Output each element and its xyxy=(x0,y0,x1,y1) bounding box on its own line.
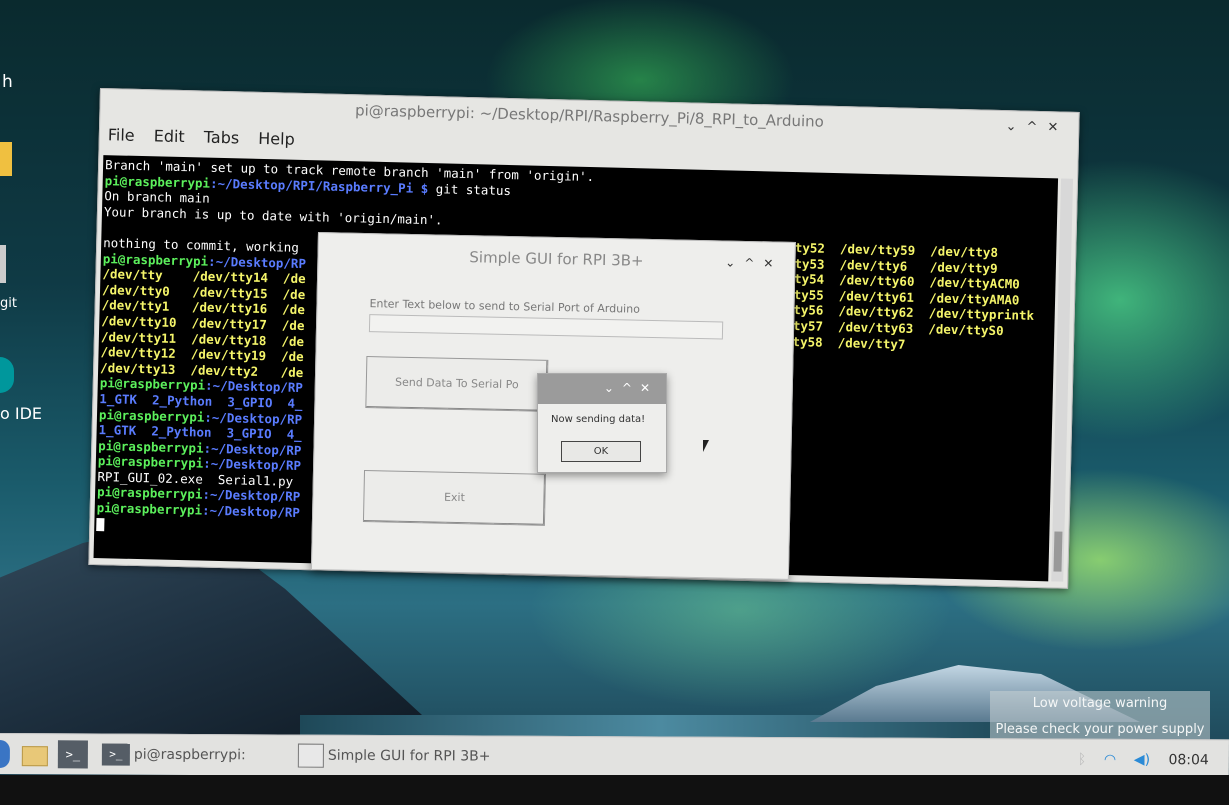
message-dialog: ⌄^✕ Now sending data! OK xyxy=(537,373,667,473)
dialog-message: Now sending data! xyxy=(551,414,646,425)
terminal-menubar: File Edit Tabs Help xyxy=(108,125,309,149)
bluetooth-icon[interactable]: ᛒ xyxy=(1078,752,1086,768)
terminal-text: :~/Desktop/RP xyxy=(202,487,301,505)
send-data-button[interactable]: Send Data To Serial Po xyxy=(365,356,549,412)
desktop-partial-label: h xyxy=(2,72,13,92)
dialog-window-controls: ⌄^✕ xyxy=(604,381,658,395)
mouse-cursor-icon xyxy=(703,440,709,452)
minimize-icon[interactable]: ⌄ xyxy=(604,381,622,395)
terminal-text: pi@raspberrypi xyxy=(98,437,204,456)
terminal-text: pi@raspberrypi xyxy=(97,453,204,471)
terminal-text: :~/Desktop/RP xyxy=(207,253,307,271)
ok-button[interactable]: OK xyxy=(561,441,641,462)
wifi-icon[interactable]: ◠ xyxy=(1105,752,1116,768)
taskbar: >_ >_pi@raspberrypi: ~/De... Simple GUI … xyxy=(0,733,1229,791)
gui-title: Simple GUI for RPI 3B+ xyxy=(469,248,644,270)
scrollbar-thumb[interactable] xyxy=(1053,531,1063,572)
entry-label: Enter Text below to send to Serial Port … xyxy=(369,297,641,316)
terminal-text: git status xyxy=(428,180,512,198)
terminal-text: :~/Desktop/RP xyxy=(204,377,304,396)
terminal-text: :~/Desktop/RP xyxy=(203,440,302,458)
desktop-arduino-ide-label[interactable]: o IDE xyxy=(0,404,42,423)
maximize-icon[interactable]: ^ xyxy=(622,381,640,395)
minimize-icon[interactable]: ⌄ xyxy=(725,256,744,270)
close-icon[interactable]: ✕ xyxy=(763,256,782,270)
terminal-icon: >_ xyxy=(101,743,130,766)
terminal-device-columns: tty52 /dev/tty59 /dev/tty8 tty53 /dev/tty… xyxy=(785,240,1036,355)
exit-button[interactable]: Exit xyxy=(362,470,546,526)
terminal-launcher-icon[interactable]: >_ xyxy=(57,740,88,769)
desktop-file-icon[interactable] xyxy=(0,245,6,283)
terminal-window-controls: ⌄^✕ xyxy=(1005,119,1068,136)
terminal-text: :~/Desktop/RP xyxy=(204,409,303,427)
volume-icon[interactable]: ◀) xyxy=(1134,752,1150,768)
taskbar-item-terminal[interactable]: >_pi@raspberrypi: ~/De... xyxy=(101,741,292,791)
terminal-text: pi@raspberrypi xyxy=(96,484,203,503)
taskbar-item-simple-gui[interactable]: Simple GUI for RPI 3B+ xyxy=(297,742,498,771)
file-manager-icon[interactable] xyxy=(20,740,48,768)
notification-title: Low voltage warning xyxy=(1032,696,1168,711)
menu-help[interactable]: Help xyxy=(258,129,295,149)
terminal-text: pi@raspberrypi xyxy=(96,500,203,518)
desktop-git-label[interactable]: git xyxy=(0,296,17,311)
gui-window-controls: ⌄^✕ xyxy=(725,256,782,271)
menu-tabs[interactable]: Tabs xyxy=(204,128,240,148)
terminal-text: pi@raspberrypi xyxy=(102,250,209,269)
menu-globe-icon[interactable] xyxy=(0,739,10,769)
serial-text-input[interactable] xyxy=(368,314,724,340)
close-icon[interactable]: ✕ xyxy=(1047,120,1068,136)
terminal-text: pi@raspberrypi xyxy=(98,406,205,425)
terminal-text: pi@raspberrypi xyxy=(99,375,206,393)
minimize-icon[interactable]: ⌄ xyxy=(1005,119,1026,135)
menu-edit[interactable]: Edit xyxy=(153,126,184,146)
terminal-text: :~/Desktop/RP xyxy=(201,502,301,521)
taskbar-item-label: Simple GUI for RPI 3B+ xyxy=(327,747,491,765)
terminal-text: :~/Desktop/RP xyxy=(203,455,302,474)
terminal-cursor xyxy=(96,517,105,531)
screen-bezel xyxy=(0,775,1229,805)
maximize-icon[interactable]: ^ xyxy=(1026,120,1047,136)
terminal-text: On branch main xyxy=(104,188,210,206)
dialog-titlebar[interactable]: ⌄^✕ xyxy=(538,374,666,404)
maximize-icon[interactable]: ^ xyxy=(744,256,763,270)
desktop-folder-icon[interactable] xyxy=(0,142,12,176)
terminal-text: pi@raspberrypi xyxy=(104,172,211,191)
clock[interactable]: 08:04 xyxy=(1168,752,1208,768)
window-icon xyxy=(297,743,324,768)
menu-file[interactable]: File xyxy=(108,125,135,145)
close-icon[interactable]: ✕ xyxy=(640,381,658,395)
system-tray: ᛒ ◠ ◀) 08:04 xyxy=(1064,746,1209,775)
